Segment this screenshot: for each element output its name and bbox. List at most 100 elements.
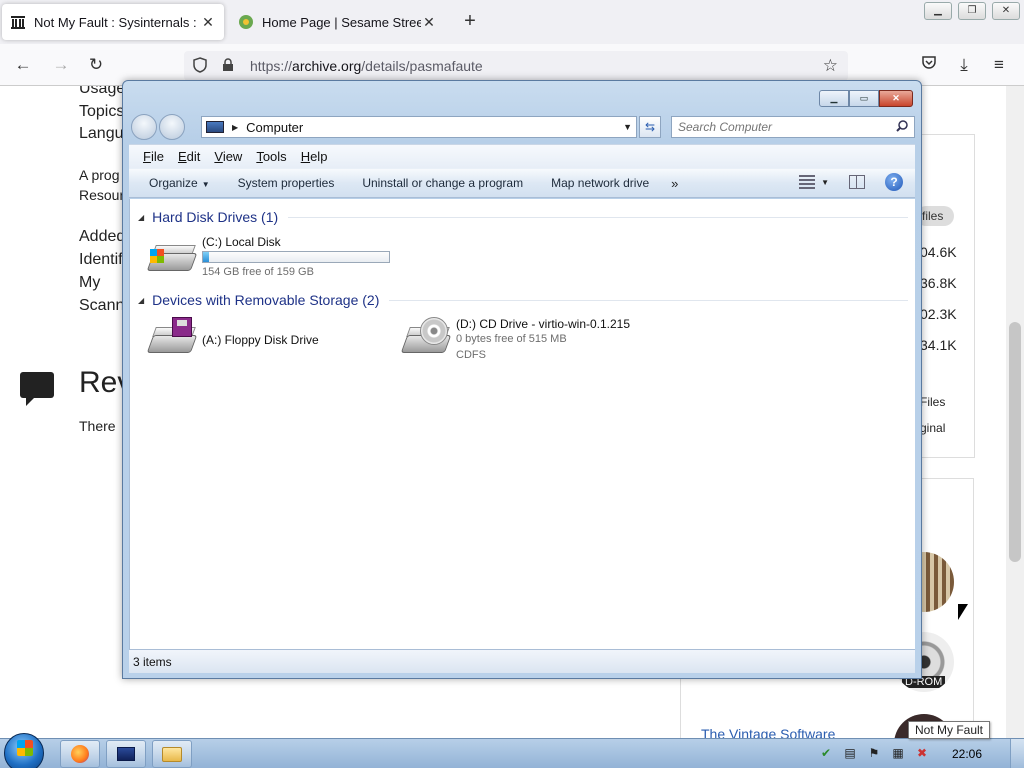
- star-icon[interactable]: ☆: [823, 56, 838, 76]
- floppy-disk: [172, 317, 192, 337]
- original-link[interactable]: ginal: [920, 421, 945, 435]
- download-icon[interactable]: ⤓: [953, 54, 975, 76]
- taskbar-tooltip: Not My Fault: [908, 721, 991, 739]
- explorer-close-button[interactable]: ✕: [879, 90, 913, 107]
- meta-label: Added: [79, 228, 126, 245]
- tab-title: Home Page | Sesame Street | PB: [262, 14, 421, 30]
- url-bar[interactable]: https://archive.org/details/pasmafaute ☆: [184, 51, 848, 81]
- url-text: https://archive.org/details/pasmafaute: [250, 58, 483, 74]
- menu-file[interactable]: File: [143, 149, 164, 164]
- refresh-button[interactable]: ⇆: [639, 116, 661, 138]
- system-tray: ✔ ▤ ⚑ ▦ ✖: [818, 745, 930, 761]
- tab-close-icon[interactable]: ✕: [421, 14, 437, 31]
- meta-label: Usage: [79, 86, 126, 97]
- cd-disc: [420, 317, 448, 345]
- windows-start-icon[interactable]: [4, 733, 44, 768]
- search-icon[interactable]: [896, 119, 908, 135]
- computer-icon: [206, 121, 224, 133]
- capacity-bar: [202, 251, 390, 263]
- collapse-icon[interactable]: ◢: [138, 213, 144, 222]
- file-size: 04.6K: [920, 244, 957, 260]
- vintage-software-link[interactable]: The Vintage Software: [701, 726, 835, 738]
- view-dropdown-icon[interactable]: ▼: [821, 178, 829, 187]
- scrollbar-thumb[interactable]: [1009, 322, 1021, 562]
- drive-free-space: 154 GB free of 159 GB: [202, 266, 314, 278]
- uninstall-program-button[interactable]: Uninstall or change a program: [348, 176, 537, 190]
- help-icon[interactable]: ?: [885, 173, 903, 191]
- folder-icon: [162, 746, 182, 762]
- search-box[interactable]: [671, 116, 915, 138]
- menu-tools[interactable]: Tools: [256, 149, 286, 164]
- menu-help[interactable]: Help: [301, 149, 328, 164]
- meta-label: My: [79, 274, 101, 291]
- browser-window-controls: ▁ ❐ ✕: [924, 2, 1020, 20]
- lock-icon[interactable]: [216, 57, 240, 75]
- volume-muted-icon[interactable]: ✖: [914, 745, 930, 761]
- group-divider: [389, 299, 908, 301]
- more-commands-button[interactable]: »: [663, 176, 686, 191]
- show-desktop-button[interactable]: [1010, 739, 1024, 768]
- address-row: ▶ Computer ▼ ⇆: [131, 114, 915, 140]
- meta-label: Identifi: [79, 251, 127, 268]
- drive-body: [146, 335, 198, 353]
- network-icon[interactable]: ▦: [890, 745, 906, 761]
- comment-icon: [20, 372, 54, 406]
- group-header-hard-disk[interactable]: ◢ Hard Disk Drives (1): [138, 207, 908, 227]
- cd-drive-icon: [400, 317, 452, 357]
- drive-free-space: 0 bytes free of 515 MB: [456, 333, 567, 345]
- search-input[interactable]: [678, 120, 888, 134]
- tab-sesame-street[interactable]: Home Page | Sesame Street | PB ✕: [230, 4, 445, 40]
- breadcrumb-computer[interactable]: Computer: [246, 120, 303, 135]
- command-bar: Organize ▼ System properties Uninstall or…: [129, 168, 915, 198]
- collapse-icon[interactable]: ◢: [138, 296, 144, 305]
- clock[interactable]: 22:06: [952, 747, 982, 761]
- document-icon[interactable]: ▤: [842, 745, 858, 761]
- map-network-drive-button[interactable]: Map network drive: [537, 176, 663, 190]
- group-header-removable[interactable]: ◢ Devices with Removable Storage (2): [138, 290, 908, 310]
- system-properties-button[interactable]: System properties: [224, 176, 349, 190]
- drive-c[interactable]: (C:) Local Disk 154 GB free of 159 GB: [146, 235, 398, 285]
- preview-pane-icon[interactable]: [849, 175, 865, 189]
- explorer-maximize-button[interactable]: ▭: [849, 90, 879, 107]
- meta-label: Topics: [79, 103, 125, 120]
- tab-not-my-fault[interactable]: Not My Fault : Sysinternals : Fre ✕: [2, 4, 224, 40]
- explorer-minimize-button[interactable]: ▁: [819, 90, 849, 107]
- taskbar-explorer[interactable]: [152, 740, 192, 768]
- security-icon[interactable]: ✔: [818, 745, 834, 761]
- organize-button[interactable]: Organize ▼: [135, 176, 224, 190]
- shield-icon[interactable]: [188, 56, 212, 76]
- meta-label: Scann: [79, 297, 125, 314]
- action-center-flag-icon[interactable]: ⚑: [866, 745, 882, 761]
- tab-close-icon[interactable]: ✕: [200, 14, 216, 31]
- group-title: Devices with Removable Storage (2): [152, 292, 380, 308]
- show-all-files-link[interactable]: Files: [920, 395, 945, 409]
- browser-tab-strip: Not My Fault : Sysinternals : Fre ✕ Home…: [0, 0, 1024, 44]
- back-arrow-icon[interactable]: ←: [12, 54, 34, 76]
- minimize-button[interactable]: ▁: [924, 2, 952, 20]
- breadcrumb-arrow-icon[interactable]: ▶: [232, 123, 238, 132]
- address-bar[interactable]: ▶ Computer ▼: [201, 116, 637, 138]
- change-view-icon[interactable]: [799, 175, 816, 189]
- pocket-icon[interactable]: [918, 54, 940, 76]
- menu-edit[interactable]: Edit: [178, 149, 200, 164]
- drive-d[interactable]: (D:) CD Drive - virtio-win-0.1.215 0 byt…: [400, 317, 662, 367]
- download-options-panel: [920, 134, 975, 458]
- page-scrollbar[interactable]: [1006, 86, 1024, 738]
- close-window-button[interactable]: ✕: [992, 2, 1020, 20]
- back-button[interactable]: [131, 114, 157, 140]
- reload-icon[interactable]: ↻: [85, 54, 107, 76]
- taskbar-app[interactable]: [106, 740, 146, 768]
- restore-button[interactable]: ❐: [958, 2, 986, 20]
- menu-icon[interactable]: ≡: [988, 54, 1010, 76]
- screen-icon: [117, 747, 135, 761]
- status-bar: 3 items: [129, 649, 915, 673]
- drive-a[interactable]: (A:) Floppy Disk Drive: [146, 317, 368, 367]
- taskbar-firefox[interactable]: [60, 740, 100, 768]
- tab-title: Not My Fault : Sysinternals : Fre: [34, 14, 200, 30]
- forward-button[interactable]: [159, 114, 185, 140]
- new-tab-button[interactable]: +: [458, 10, 482, 34]
- windows-logo-icon: [150, 249, 164, 263]
- address-dropdown-icon[interactable]: ▼: [623, 122, 632, 132]
- menu-view[interactable]: View: [214, 149, 242, 164]
- forward-arrow-icon[interactable]: →: [50, 54, 72, 76]
